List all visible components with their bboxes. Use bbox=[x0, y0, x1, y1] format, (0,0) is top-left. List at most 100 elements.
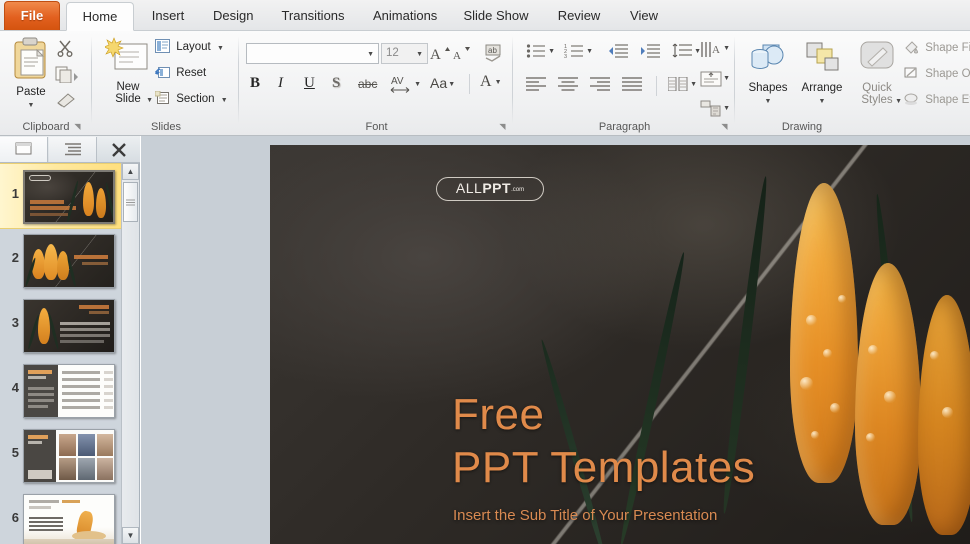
slide-thumbnail-list[interactable]: 1 2 3 4 5 6 bbox=[0, 163, 122, 544]
shapes-button[interactable]: Shapes ▼ bbox=[742, 39, 794, 106]
shrink-font-button[interactable]: A bbox=[452, 44, 472, 65]
slide-thumbnail-6[interactable]: 6 bbox=[0, 488, 122, 544]
font-size-caret[interactable]: ▼ bbox=[416, 51, 423, 58]
arrange-caret[interactable]: ▼ bbox=[819, 98, 826, 105]
scroll-up-button[interactable]: ▲ bbox=[122, 163, 139, 180]
shape-fill-label: Shape Fi bbox=[925, 42, 970, 54]
smartart-caret[interactable]: ▼ bbox=[723, 105, 730, 112]
slide-thumb-image bbox=[23, 234, 115, 288]
section-caret[interactable]: ▼ bbox=[221, 97, 228, 104]
water-droplet bbox=[838, 295, 846, 303]
cut-button[interactable] bbox=[56, 39, 74, 60]
align-text-caret[interactable]: ▼ bbox=[723, 75, 730, 82]
tab-view[interactable]: View bbox=[618, 2, 670, 31]
align-left-button[interactable] bbox=[526, 77, 546, 94]
bold-button[interactable]: B bbox=[250, 75, 260, 92]
shape-outline-icon bbox=[904, 66, 919, 83]
slide-thumbnail-2[interactable]: 2 bbox=[0, 228, 122, 294]
new-slide-button[interactable]: New Slide ▼ bbox=[101, 36, 155, 105]
slides-panel-scrollbar[interactable]: ▲ ▼ bbox=[121, 163, 139, 544]
svg-text:A: A bbox=[430, 47, 441, 62]
scrollbar-thumb[interactable] bbox=[123, 182, 138, 222]
align-right-button[interactable] bbox=[590, 77, 610, 94]
group-separator bbox=[512, 36, 513, 124]
font-color-caret[interactable]: ▼ bbox=[495, 79, 502, 86]
format-painter-button[interactable] bbox=[56, 91, 76, 112]
tab-transitions[interactable]: Transitions bbox=[270, 2, 356, 31]
clipboard-dialog-launcher[interactable]: ◥ bbox=[72, 120, 83, 131]
increase-indent-icon bbox=[640, 43, 660, 62]
current-slide[interactable]: ALLPPT.com Free PPT Templates Insert the… bbox=[270, 145, 970, 544]
underline-button[interactable]: U bbox=[304, 75, 315, 92]
quick-styles-caret[interactable]: ▼ bbox=[895, 98, 902, 105]
slide-thumbnail-1[interactable]: 1 bbox=[0, 163, 122, 229]
shape-effects-button[interactable]: Shape Ef bbox=[904, 92, 970, 109]
text-direction-caret[interactable]: ▼ bbox=[723, 45, 730, 52]
reset-button[interactable]: Reset bbox=[155, 65, 237, 82]
increase-indent-button[interactable] bbox=[640, 43, 660, 62]
align-left-icon bbox=[526, 77, 546, 94]
line-spacing-button[interactable]: ▼ bbox=[672, 43, 701, 62]
section-button[interactable]: Section ▼ bbox=[154, 90, 237, 108]
slide-subtitle[interactable]: Insert the Sub Title of Your Presentatio… bbox=[453, 507, 717, 524]
italic-button[interactable]: I bbox=[278, 75, 283, 92]
numbering-button[interactable]: 1 2 3 ▼ bbox=[564, 43, 593, 62]
layout-caret[interactable]: ▼ bbox=[217, 45, 224, 52]
panel-tab-outline[interactable] bbox=[49, 137, 97, 162]
columns-caret[interactable]: ▼ bbox=[690, 81, 697, 88]
change-case-caret[interactable]: ▼ bbox=[448, 81, 455, 88]
convert-to-smartart-button[interactable]: ▼ bbox=[700, 99, 730, 120]
tab-insert[interactable]: Insert bbox=[140, 2, 196, 31]
arrange-button[interactable]: Arrange ▼ bbox=[794, 39, 850, 106]
tab-slide-show[interactable]: Slide Show bbox=[452, 2, 540, 31]
decrease-indent-button[interactable] bbox=[608, 43, 628, 62]
layout-button[interactable]: Layout ▼ bbox=[155, 39, 237, 56]
text-direction-button[interactable]: A ▼ bbox=[700, 39, 730, 62]
tab-design[interactable]: Design bbox=[202, 2, 264, 31]
bullets-button[interactable]: ▼ bbox=[526, 43, 555, 62]
align-center-button[interactable] bbox=[558, 77, 578, 94]
tab-review[interactable]: Review bbox=[546, 2, 612, 31]
font-color-button[interactable]: A ▼ bbox=[480, 73, 502, 91]
clear-formatting-button[interactable]: ab bbox=[483, 43, 505, 66]
tab-file[interactable]: File bbox=[4, 1, 60, 30]
character-spacing-caret[interactable]: ▼ bbox=[414, 81, 421, 88]
paste-button[interactable]: Paste ▼ bbox=[6, 36, 56, 110]
slide-title-line1[interactable]: Free bbox=[452, 390, 544, 440]
slide-canvas[interactable]: ALLPPT.com Free PPT Templates Insert the… bbox=[141, 136, 970, 544]
align-text-button[interactable]: ▼ bbox=[700, 69, 730, 92]
font-dialog-launcher[interactable]: ◥ bbox=[497, 120, 508, 131]
scroll-down-button[interactable]: ▼ bbox=[122, 527, 139, 544]
new-slide-dropdown-caret[interactable]: ▼ bbox=[146, 97, 153, 104]
shape-outline-button[interactable]: Shape O bbox=[904, 66, 970, 83]
character-spacing-button[interactable]: AV ▼ bbox=[390, 73, 421, 96]
paste-dropdown-caret[interactable]: ▼ bbox=[28, 102, 35, 109]
slide-number: 1 bbox=[11, 186, 19, 201]
text-shadow-button[interactable]: S bbox=[332, 75, 340, 92]
columns-button[interactable]: ▼ bbox=[667, 76, 697, 94]
font-size-combo[interactable]: 12 ▼ bbox=[381, 43, 428, 64]
justify-button[interactable] bbox=[622, 77, 642, 94]
panel-close-button[interactable] bbox=[98, 137, 140, 162]
grow-font-button[interactable]: A bbox=[430, 44, 450, 65]
quick-styles-label-line1: Quick bbox=[862, 82, 892, 94]
font-name-combo[interactable]: ▼ bbox=[246, 43, 379, 64]
bullets-caret[interactable]: ▼ bbox=[548, 48, 555, 55]
copy-button[interactable] bbox=[55, 65, 79, 86]
slide-thumbnail-5[interactable]: 5 bbox=[0, 423, 122, 489]
tab-animations[interactable]: Animations bbox=[362, 2, 446, 31]
strikethrough-button[interactable]: abc bbox=[358, 77, 377, 91]
font-name-caret[interactable]: ▼ bbox=[367, 51, 374, 58]
slide-title-line2[interactable]: PPT Templates bbox=[452, 443, 755, 493]
slide-thumbnail-3[interactable]: 3 bbox=[0, 293, 122, 359]
shapes-caret[interactable]: ▼ bbox=[765, 98, 772, 105]
quick-styles-button[interactable]: Quick Styles ▼ bbox=[852, 39, 902, 106]
numbering-caret[interactable]: ▼ bbox=[586, 48, 593, 55]
slide-number: 2 bbox=[11, 250, 19, 265]
slide-thumbnail-4[interactable]: 4 bbox=[0, 358, 122, 424]
panel-tab-slides[interactable] bbox=[0, 137, 48, 162]
shape-fill-button[interactable]: Shape Fi bbox=[904, 40, 970, 57]
font-group-label: Font bbox=[365, 121, 388, 133]
change-case-button[interactable]: Aa ▼ bbox=[430, 75, 455, 91]
tab-home[interactable]: Home bbox=[66, 2, 134, 31]
